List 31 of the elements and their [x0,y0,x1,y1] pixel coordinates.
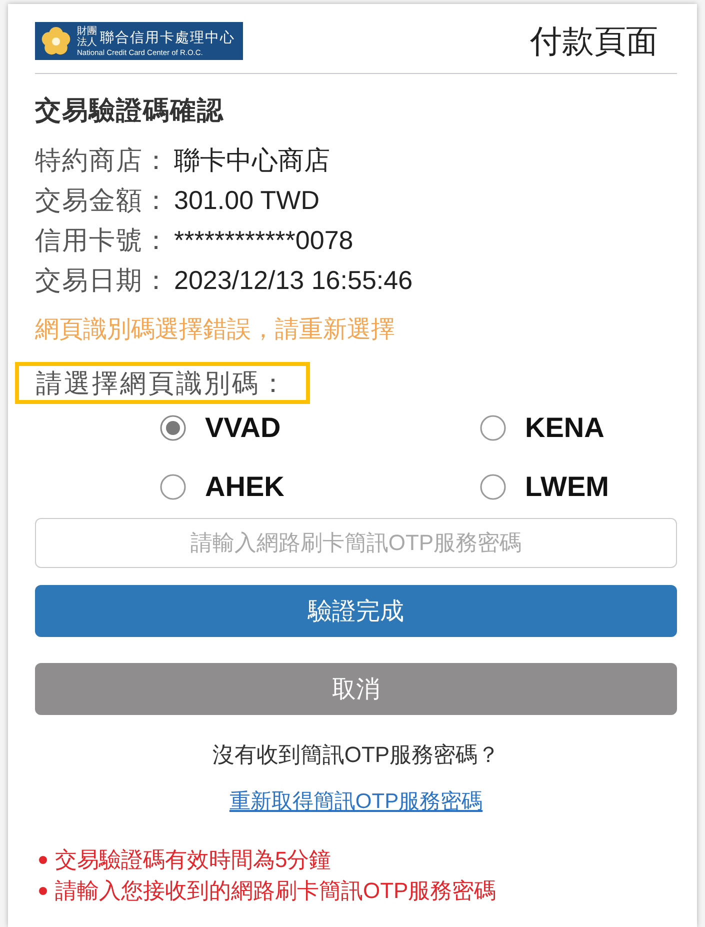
otp-input-field[interactable]: 請輸入網路刷卡簡訊OTP服務密碼 [35,518,677,568]
detail-label: 特約商店： [35,144,170,177]
detail-value: 301.00 TWD [174,184,320,217]
code-option[interactable]: KENA [480,408,604,448]
detail-label: 交易金額： [35,184,170,217]
bullet-icon [39,856,47,864]
detail-label: 信用卡號： [35,224,170,257]
radio-icon[interactable] [160,474,186,500]
section-title: 交易驗證碼確認 [35,94,224,127]
resend-prompt: 沒有收到簡訊OTP服務密碼？ [212,741,500,769]
radio-icon[interactable] [480,415,506,441]
logo-prefix-text: 財團法人 [77,26,97,48]
detail-value: 2023/12/13 16:55:46 [174,264,413,297]
note-text: 請輸入您接收到的網路刷卡簡訊OTP服務密碼 [55,877,496,905]
radio-icon[interactable] [480,474,506,500]
flower-icon [41,26,71,56]
detail-label: 交易日期： [35,264,170,297]
code-option[interactable]: VVAD [160,408,281,448]
logo-name: 聯合信用卡處理中心 [100,28,235,44]
page-title: 付款頁面 [530,22,658,60]
code-option[interactable]: AHEK [160,467,284,507]
bullet-icon [39,886,47,894]
detail-value: ************0078 [174,224,354,257]
code-option[interactable]: LWEM [480,467,609,507]
radio-icon[interactable] [160,415,186,441]
detail-value: 聯卡中心商店 [174,144,330,177]
prompt-label: 請選擇網頁識別碼： [15,362,310,404]
error-message: 網頁識別碼選擇錯誤，請重新選擇 [35,315,395,345]
verify-button[interactable]: 驗證完成 [35,585,677,637]
resend-link[interactable]: 重新取得簡訊OTP服務密碼 [229,785,483,819]
note-text: 交易驗證碼有效時間為5分鐘 [55,846,332,874]
